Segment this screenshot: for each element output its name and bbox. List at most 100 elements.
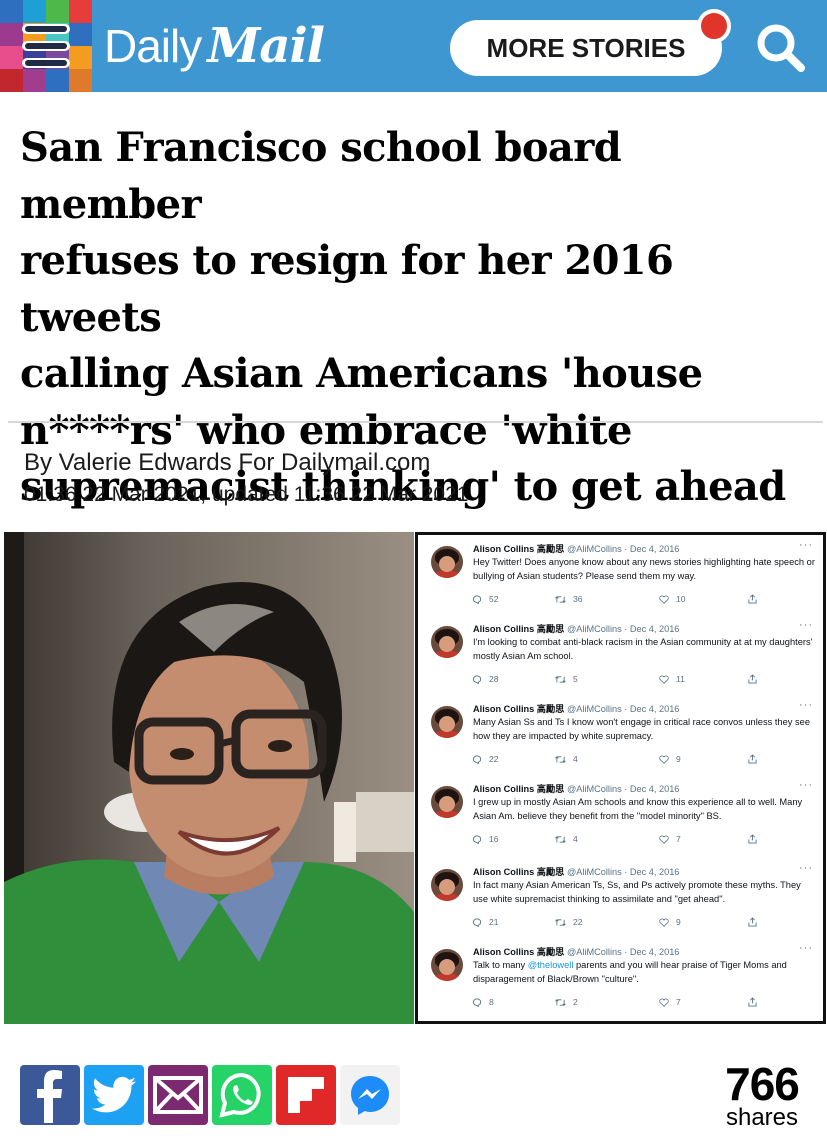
tweet-share (748, 674, 757, 684)
twitter-icon (92, 1076, 136, 1113)
tweet-avatar (431, 949, 463, 981)
headline-line: San Francisco school board member (20, 124, 622, 228)
dailymail-logo[interactable]: Daily Mail (104, 18, 325, 74)
tweet-more-icon: ··· (799, 539, 813, 551)
tweet-avatar (431, 626, 463, 658)
mosaic-tile (23, 69, 46, 92)
retweet-count: 2 (573, 997, 578, 1007)
tweet-text: Hey Twitter! Does anyone know about any … (473, 557, 815, 581)
tweet-actions: 22 4 9 (473, 754, 763, 768)
article-photo (4, 532, 414, 1024)
share-icon (748, 834, 757, 844)
tweet-share (748, 834, 757, 844)
like-icon (659, 675, 669, 684)
tweet-handle-date: @AliMCollins · Dec 4, 2016 (566, 784, 680, 794)
tweet-avatar (431, 706, 463, 738)
flipboard-share-button[interactable] (276, 1065, 336, 1125)
tweet-handle-date: @AliMCollins · Dec 4, 2016 (566, 947, 680, 957)
retweet-count: 36 (573, 594, 583, 604)
whatsapp-icon (219, 1072, 261, 1118)
tweet-more-icon: ··· (799, 619, 813, 631)
like-count: 11 (676, 674, 685, 684)
like-icon (659, 595, 669, 604)
tweets-screenshot: Alison Collins 高勵思 @AliMCollins · Dec 4,… (415, 532, 826, 1024)
mosaic-tile (69, 46, 92, 69)
whatsapp-share-button[interactable] (212, 1065, 272, 1125)
tweet-like: 9 (659, 754, 681, 764)
notification-badge (697, 9, 731, 43)
mosaic-tile (0, 0, 23, 23)
more-stories-button[interactable]: MORE STORIES (450, 20, 722, 76)
like-icon (659, 998, 669, 1007)
tweet: Alison Collins 高勵思 @AliMCollins · Dec 4,… (418, 618, 823, 698)
tweet-like: 10 (659, 594, 685, 604)
article-dateline: 01:36 22 Mar 2021, updated 11:36 22 Mar … (24, 483, 469, 506)
tweet: Alison Collins 高勵思 @AliMCollins · Dec 4,… (418, 778, 823, 858)
retweet-icon (555, 675, 566, 684)
logo-daily-text: Daily (104, 20, 202, 72)
tweet-like: 7 (659, 997, 681, 1007)
reply-count: 21 (489, 917, 499, 927)
tweet-handle-date: @AliMCollins · Dec 4, 2016 (566, 624, 680, 634)
tweet-share (748, 997, 757, 1007)
reply-count: 16 (489, 834, 499, 844)
tweet-handle-date: @AliMCollins · Dec 4, 2016 (566, 867, 680, 877)
retweet-count: 5 (573, 674, 578, 684)
mosaic-tile (46, 0, 69, 23)
more-stories-label: MORE STORIES (486, 32, 686, 63)
mosaic-tile (69, 69, 92, 92)
mosaic-tile (23, 0, 46, 23)
reply-icon (473, 997, 482, 1007)
mosaic-tile (46, 69, 69, 92)
reply-icon (473, 674, 482, 684)
share-icon (748, 594, 757, 604)
tweet-text: I grew up in mostly Asian Am schools and… (473, 797, 803, 821)
tweet-text-part: Talk to many (473, 960, 528, 970)
tweet: Alison Collins 高勵思 @AliMCollins · Dec 4,… (418, 941, 823, 1021)
like-icon (659, 755, 669, 764)
tweet-author-name: Alison Collins 高勵思 (473, 704, 565, 714)
like-count: 9 (676, 917, 681, 927)
email-share-button[interactable] (148, 1065, 208, 1125)
tweet-share (748, 917, 757, 927)
retweet-count: 4 (573, 834, 578, 844)
tweet-author-name: Alison Collins 高勵思 (473, 784, 565, 794)
tweet-retweet: 22 (555, 917, 582, 927)
share-count-label: shares (725, 1104, 799, 1131)
tweet-reply: 28 (473, 674, 498, 684)
mosaic-tile (0, 23, 23, 46)
reply-icon (473, 917, 482, 927)
reply-icon (473, 754, 482, 764)
tweet-text: In fact many Asian American Ts, Ss, and … (473, 880, 801, 904)
tweet-handle-date: @AliMCollins · Dec 4, 2016 (566, 704, 680, 714)
share-count: 766 (725, 1058, 800, 1110)
like-count: 7 (676, 997, 681, 1007)
tweet-more-icon: ··· (799, 862, 813, 874)
facebook-share-button[interactable] (20, 1065, 80, 1125)
tweet-more-icon: ··· (799, 779, 813, 791)
hamburger-menu-icon[interactable] (22, 24, 70, 68)
messenger-share-button[interactable] (340, 1065, 400, 1125)
facebook-icon (37, 1070, 62, 1123)
tweet-mention-link: @thelowell (527, 960, 574, 970)
retweet-icon (555, 595, 566, 604)
like-icon (659, 835, 669, 844)
reply-count: 22 (489, 754, 499, 764)
like-count: 9 (676, 754, 681, 764)
reply-icon (473, 594, 482, 604)
tweet-actions: 28 5 11 (473, 674, 763, 688)
tweet-retweet: 36 (555, 594, 582, 604)
retweet-icon (555, 918, 566, 927)
tweet-actions: 8 2 7 (473, 997, 763, 1011)
twitter-share-button[interactable] (84, 1065, 144, 1125)
retweet-icon (555, 998, 566, 1007)
tweet-retweet: 2 (555, 997, 578, 1007)
top-bar: Daily Mail MORE STORIES (0, 0, 827, 92)
tweet-text: Many Asian Ss and Ts I know won't engage… (473, 717, 810, 741)
search-icon[interactable] (752, 20, 808, 76)
reply-count: 8 (489, 997, 494, 1007)
share-icon (748, 917, 757, 927)
mosaic-tile (69, 0, 92, 23)
tweet-avatar (431, 546, 463, 578)
tweet-reply: 8 (473, 997, 494, 1007)
